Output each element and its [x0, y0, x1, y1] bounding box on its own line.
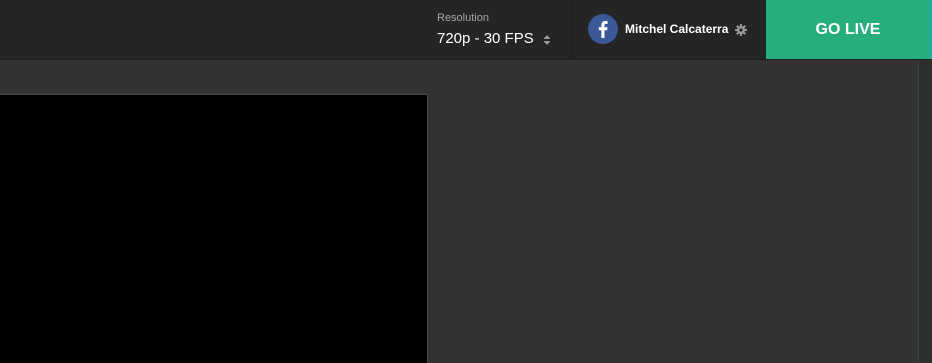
header-divider [571, 0, 572, 59]
resolution-selector[interactable]: Resolution 720p - 30 FPS [437, 11, 551, 48]
top-bar: Resolution 720p - 30 FPS Mitchel Calcate… [0, 0, 932, 60]
resolution-value-row[interactable]: 720p - 30 FPS [437, 30, 551, 48]
account-selector[interactable]: Mitchel Calcaterra [588, 14, 748, 44]
stream-preview [0, 94, 428, 363]
resolution-value: 720p - 30 FPS [437, 30, 534, 47]
gear-icon[interactable] [735, 23, 748, 36]
scrollbar-track[interactable] [919, 60, 932, 362]
facebook-icon [588, 14, 618, 44]
resolution-label: Resolution [437, 12, 489, 24]
sort-arrows-icon[interactable] [543, 33, 551, 45]
go-live-button[interactable]: GO LIVE [766, 0, 930, 59]
account-name: Mitchel Calcaterra [625, 22, 729, 36]
